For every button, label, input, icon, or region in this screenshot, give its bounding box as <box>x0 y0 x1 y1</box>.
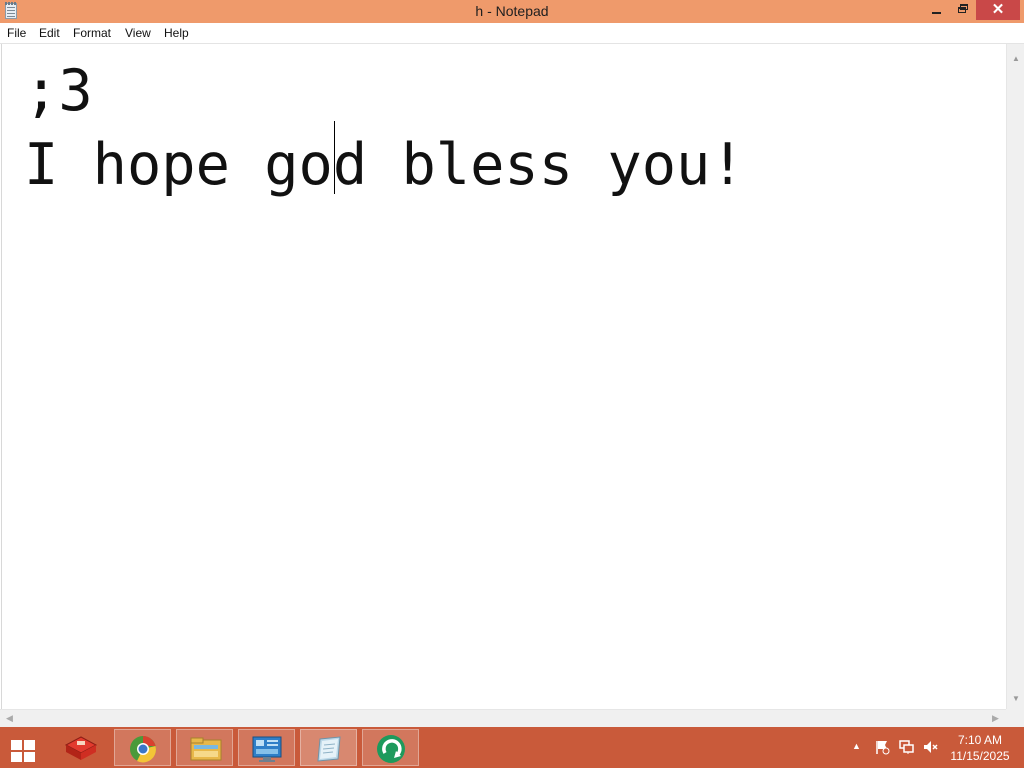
taskbar-app-control-panel[interactable] <box>238 729 295 766</box>
clock-time: 7:10 AM <box>957 733 1003 747</box>
scroll-up-icon[interactable]: ▲ <box>1012 54 1020 63</box>
taskbar-clock[interactable]: 7:10 AM 11/15/2025 <box>944 732 1016 764</box>
windows-logo-icon <box>24 740 35 750</box>
network-icon[interactable] <box>898 739 916 755</box>
toolbox-icon <box>64 736 98 760</box>
menu-edit[interactable]: Edit <box>39 23 60 43</box>
restore-icon-front <box>958 7 966 13</box>
taskbar-app-file-explorer[interactable] <box>176 729 233 766</box>
taskbar: ▲ 7:10 AM 11/15/2025 <box>0 727 1024 768</box>
windows-logo-icon <box>24 752 35 762</box>
restore-button[interactable] <box>947 0 977 20</box>
menu-view[interactable]: View <box>125 23 151 43</box>
speaker-muted-icon[interactable] <box>922 739 938 755</box>
windows-logo-icon <box>11 740 22 750</box>
close-icon: ✕ <box>991 1 1005 18</box>
taskbar-app-toolbox[interactable] <box>52 729 109 766</box>
clock-date: 11/15/2025 <box>950 749 1010 763</box>
title-bar[interactable]: h - Notepad ✕ <box>0 0 1024 23</box>
vertical-scrollbar[interactable]: ▲ ▼ <box>1006 44 1024 709</box>
horizontal-scrollbar[interactable]: ◀ ▶ <box>0 709 1006 727</box>
taskbar-app-green[interactable] <box>362 729 419 766</box>
taskbar-app-chrome[interactable] <box>114 729 171 766</box>
editor-line-2: I hope god bless you! <box>24 132 745 198</box>
chrome-icon <box>130 736 156 763</box>
menu-help[interactable]: Help <box>164 23 189 43</box>
scrollbar-corner <box>1006 709 1024 727</box>
window-title: h - Notepad <box>475 3 549 19</box>
menu-format[interactable]: Format <box>73 23 111 43</box>
scroll-down-icon[interactable]: ▼ <box>1012 694 1020 703</box>
menu-bar: File Edit Format View Help <box>0 23 1024 44</box>
green-app-icon <box>377 735 405 763</box>
editor-line-1: ;3 <box>24 58 93 124</box>
file-explorer-icon <box>190 737 222 761</box>
close-button[interactable]: ✕ <box>976 0 1020 20</box>
scroll-right-icon[interactable]: ▶ <box>992 713 999 724</box>
show-hidden-icons-icon[interactable]: ▲ <box>852 741 861 751</box>
text-editor[interactable]: ;3 I hope god bless you! <box>1 44 1007 709</box>
text-caret <box>334 121 335 194</box>
start-button[interactable] <box>4 731 44 765</box>
notepad-icon <box>317 736 341 762</box>
control-panel-icon <box>252 736 282 762</box>
scroll-left-icon[interactable]: ◀ <box>6 713 13 724</box>
editor-content[interactable]: ;3 I hope god bless you! <box>24 54 745 202</box>
action-center-flag-icon[interactable] <box>874 739 890 755</box>
menu-file[interactable]: File <box>7 23 26 43</box>
windows-logo-icon <box>11 752 22 762</box>
taskbar-app-notepad[interactable] <box>300 729 357 766</box>
